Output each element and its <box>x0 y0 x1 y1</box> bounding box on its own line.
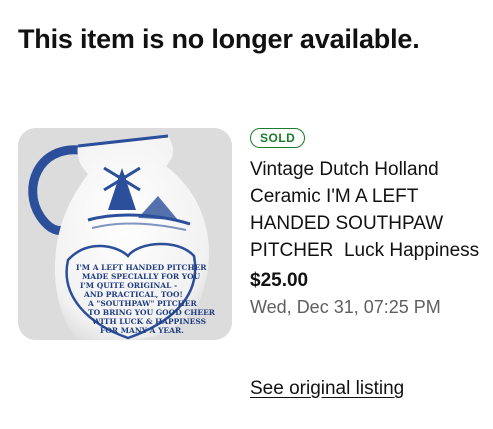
pitcher-text-line: MADE SPECIALLY FOR YOU <box>82 272 201 281</box>
pitcher-photo-icon: I'M A LEFT HANDED PITCHER MADE SPECIALLY… <box>18 128 232 340</box>
pitcher-text-line: AND PRACTICAL, TOO! <box>83 290 183 299</box>
pitcher-text-line: WITH LUCK & HAPPINESS <box>91 317 206 326</box>
page-heading: This item is no longer available. <box>18 24 420 54</box>
pitcher-text-line: A "SOUTHPAW" PITCHER <box>87 299 197 308</box>
sold-date: Wed, Dec 31, 07:25 PM <box>250 297 441 317</box>
pitcher-text-line: TO BRING YOU GOOD CHEER <box>88 308 216 317</box>
listing-title[interactable]: Vintage Dutch Holland Ceramic I'M A LEFT… <box>250 156 485 264</box>
sold-badge: SOLD <box>250 128 306 148</box>
pitcher-text-line: I'M QUITE ORIGINAL - <box>80 281 177 290</box>
listing-price: $25.00 <box>250 270 309 291</box>
listing-details: SOLD Vintage Dutch Holland Ceramic I'M A… <box>250 128 485 318</box>
pitcher-text-line: FOR MANY A YEAR. <box>100 326 184 335</box>
pitcher-text-line: I'M A LEFT HANDED PITCHER <box>76 263 207 272</box>
item-image[interactable]: I'M A LEFT HANDED PITCHER MADE SPECIALLY… <box>18 128 232 340</box>
see-original-listing-link[interactable]: See original listing <box>250 378 404 400</box>
